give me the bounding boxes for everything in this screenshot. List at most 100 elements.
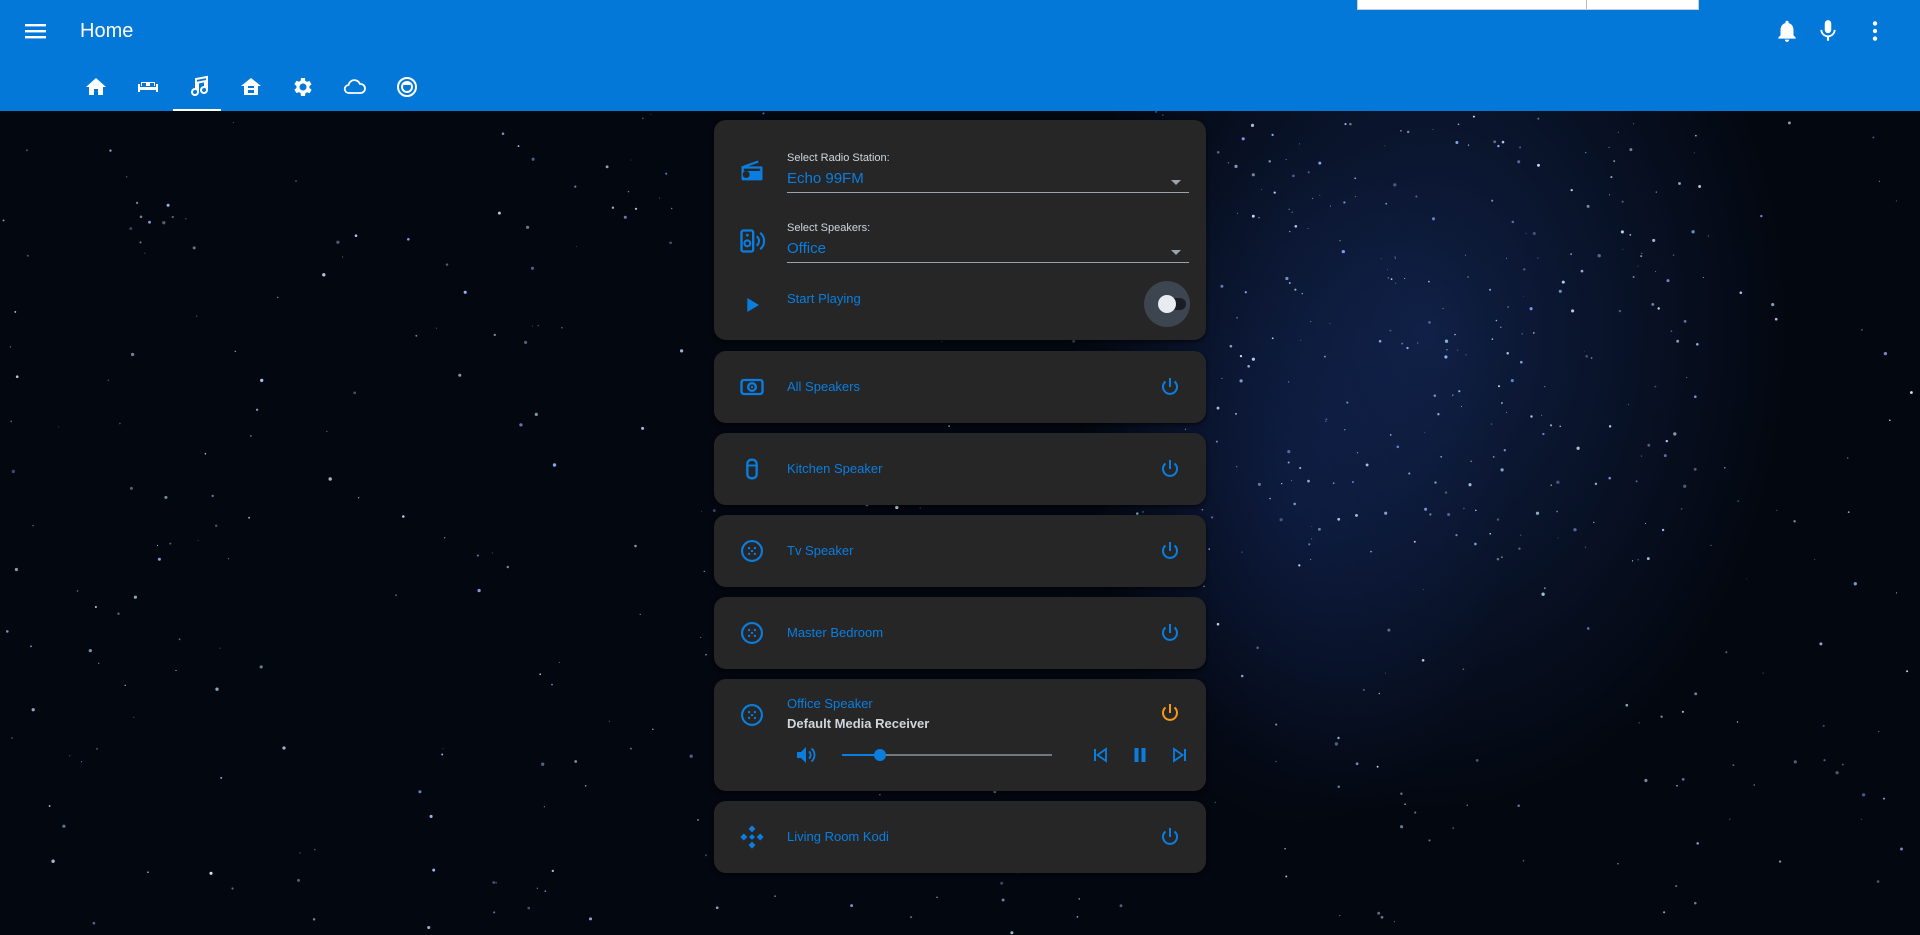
power-icon[interactable] (1158, 457, 1182, 481)
star (107, 379, 110, 382)
star (1273, 191, 1276, 194)
microphone-icon[interactable] (1815, 18, 1841, 44)
star (1285, 276, 1289, 281)
star (1239, 354, 1243, 358)
star (536, 887, 538, 889)
star (1293, 502, 1296, 506)
tab-gear-icon[interactable] (277, 68, 329, 111)
radio-station-chevron-down-icon[interactable] (1171, 180, 1181, 185)
star (1311, 526, 1313, 528)
star (641, 426, 645, 430)
star (231, 887, 234, 890)
star (1559, 425, 1562, 428)
star (1909, 391, 1913, 394)
cast-speaker-icon (738, 701, 766, 729)
star (220, 776, 223, 779)
star (1431, 217, 1436, 221)
star (1776, 509, 1778, 511)
star (1652, 238, 1656, 242)
star (435, 327, 437, 329)
star (98, 662, 100, 664)
star (1523, 268, 1526, 271)
tab-sofa-icon[interactable] (122, 68, 174, 111)
star (1385, 202, 1388, 205)
power-icon[interactable] (1158, 375, 1182, 399)
star (1491, 338, 1494, 340)
tab-house-icon[interactable] (225, 68, 277, 111)
radio-station-select[interactable]: Echo 99FM (787, 170, 864, 187)
star (1542, 432, 1545, 436)
star (1389, 434, 1392, 436)
star (1216, 150, 1220, 154)
star (1654, 385, 1657, 388)
star (1337, 517, 1341, 521)
star (1344, 123, 1347, 126)
pause-icon[interactable] (1128, 743, 1152, 767)
speakers-select[interactable]: Office (787, 240, 826, 257)
star (209, 871, 213, 875)
power-icon[interactable] (1158, 539, 1182, 563)
volume-icon[interactable] (794, 743, 818, 767)
popup-divider (1586, 0, 1587, 9)
star (211, 494, 214, 498)
star (1404, 803, 1406, 806)
star (1271, 337, 1274, 340)
star (1467, 144, 1470, 146)
bell-icon[interactable] (1774, 18, 1800, 44)
power-icon[interactable] (1158, 825, 1182, 849)
star (1285, 159, 1287, 161)
media-player-card-office-speaker[interactable]: Office Speaker Default Media Receiver (714, 679, 1206, 791)
star (630, 159, 632, 161)
star (1610, 176, 1613, 179)
star (1384, 511, 1388, 515)
star (1489, 533, 1491, 535)
star (76, 590, 79, 592)
star (1454, 333, 1456, 336)
star (1635, 480, 1638, 483)
star (1889, 419, 1891, 422)
tab-robot-vacuum-icon[interactable] (381, 68, 433, 111)
star (1640, 255, 1643, 258)
star (1625, 703, 1629, 707)
tab-music-icon[interactable] (173, 68, 225, 111)
radio-station-underline (787, 192, 1189, 193)
start-playing-toggle[interactable] (1144, 281, 1190, 327)
previous-track-icon[interactable] (1088, 743, 1112, 767)
star (1710, 544, 1712, 547)
device-card-living-room-kodi[interactable]: Living Room Kodi (714, 801, 1206, 873)
star (1537, 163, 1540, 167)
star (1428, 321, 1431, 324)
next-track-icon[interactable] (1168, 743, 1192, 767)
star (1457, 349, 1459, 351)
tab-home-icon[interactable] (70, 68, 122, 111)
more-vertical-icon[interactable] (1862, 18, 1888, 44)
device-card-tv-speaker[interactable]: Tv Speaker (714, 515, 1206, 587)
star (1201, 508, 1204, 511)
star (162, 221, 166, 225)
speakers-chevron-down-icon[interactable] (1171, 250, 1181, 255)
star (1501, 140, 1505, 144)
device-card-master-bedroom[interactable]: Master Bedroom (714, 597, 1206, 669)
star (895, 505, 899, 510)
star (1251, 357, 1255, 361)
star (1291, 211, 1293, 213)
star (1294, 288, 1297, 291)
volume-slider-thumb[interactable] (873, 749, 886, 761)
tab-cloud-icon[interactable] (329, 68, 381, 111)
hamburger-menu-icon[interactable] (22, 18, 50, 44)
device-card-kitchen-speaker[interactable]: Kitchen Speaker (714, 433, 1206, 505)
star (1250, 123, 1255, 128)
power-icon[interactable] (1158, 621, 1182, 645)
star (1518, 547, 1521, 550)
star (541, 762, 545, 766)
device-card-all-speakers[interactable]: All Speakers (714, 351, 1206, 423)
star (1380, 258, 1382, 260)
star (1468, 483, 1472, 487)
star (427, 925, 431, 930)
star (14, 567, 18, 572)
volume-slider[interactable] (842, 745, 1052, 765)
star (1620, 230, 1624, 234)
star (57, 426, 59, 428)
star (260, 378, 264, 383)
power-icon[interactable] (1158, 701, 1182, 725)
